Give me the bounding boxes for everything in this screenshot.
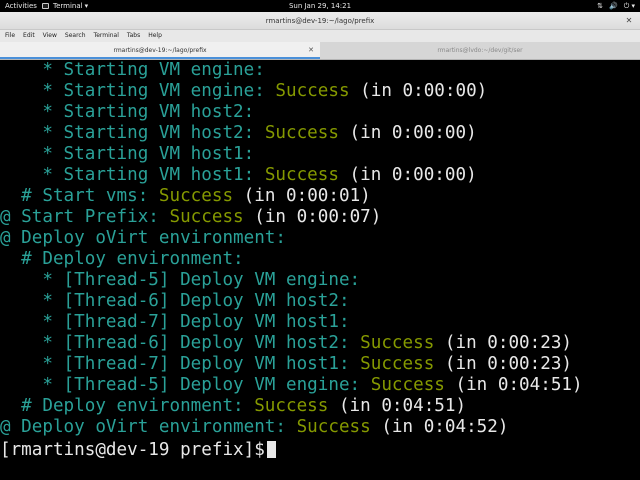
gnome-top-bar: Activities Terminal ▾ Sun Jan 29, 14:21 … (0, 0, 640, 12)
terminal-line: @ Deploy oVirt environment: (0, 228, 286, 248)
menu-search[interactable]: Search (65, 30, 86, 42)
shell-prompt[interactable]: [rmartins@dev-19 prefix]$ (0, 440, 276, 461)
tab-label: rmartins@lvdo:~/dev/git/ser (437, 47, 523, 54)
terminal-line: * Starting VM host2: Success (in 0:00:00… (0, 123, 477, 143)
tab-label: rmartins@dev-19:~/lago/prefix (113, 47, 207, 54)
terminal-line: # Deploy environment: Success (in 0:04:5… (0, 396, 467, 416)
menu-edit[interactable]: Edit (23, 30, 35, 42)
terminal-line: * [Thread-5] Deploy VM engine: Success (… (0, 375, 583, 395)
clock[interactable]: Sun Jan 29, 14:21 (0, 0, 640, 12)
menu-terminal[interactable]: Terminal (94, 30, 119, 42)
menu-tabs[interactable]: Tabs (127, 30, 140, 42)
terminal-line: * Starting VM host1: Success (in 0:00:00… (0, 165, 477, 185)
terminal-line: * [Thread-5] Deploy VM engine: (0, 270, 361, 290)
tab-bar: rmartins@dev-19:~/lago/prefix ✕ rmartins… (0, 42, 640, 60)
terminal-line: * Starting VM host2: (0, 102, 255, 122)
terminal-line: * [Thread-6] Deploy VM host2: Success (i… (0, 333, 572, 353)
window-title: rmartins@dev-19:~/lago/prefix (265, 17, 375, 25)
text-cursor (266, 441, 276, 458)
tab-lago-prefix[interactable]: rmartins@dev-19:~/lago/prefix ✕ (0, 42, 320, 59)
window-titlebar[interactable]: rmartins@dev-19:~/lago/prefix ✕ (0, 12, 640, 30)
terminal-line: # Deploy environment: (0, 249, 244, 269)
terminal-line: * Starting VM engine: (0, 60, 265, 80)
tab-lvdo-ser[interactable]: rmartins@lvdo:~/dev/git/ser (320, 42, 640, 59)
network-icon[interactable]: ⇅ (597, 0, 603, 12)
terminal-output[interactable]: * Starting VM engine: * Starting VM engi… (0, 60, 640, 480)
terminal-line: @ Start Prefix: Success (in 0:00:07) (0, 207, 382, 227)
menu-file[interactable]: File (5, 30, 15, 42)
menubar: File Edit View Search Terminal Tabs Help (0, 30, 640, 42)
terminal-line: @ Deploy oVirt environment: Success (in … (0, 417, 509, 437)
terminal-line: * Starting VM host1: (0, 144, 255, 164)
volume-icon[interactable]: 🔊 (609, 0, 618, 12)
menu-view[interactable]: View (43, 30, 57, 42)
power-menu-icon[interactable]: ⏻ ▾ (624, 0, 635, 12)
terminal-line: * [Thread-7] Deploy VM host1: (0, 312, 350, 332)
terminal-line: # Start vms: Success (in 0:00:01) (0, 186, 371, 206)
terminal-line: * Starting VM engine: Success (in 0:00:0… (0, 81, 488, 101)
terminal-line: * [Thread-6] Deploy VM host2: (0, 291, 350, 311)
close-window-button[interactable]: ✕ (624, 16, 634, 26)
system-tray[interactable]: ⇅ 🔊 ⏻ ▾ (597, 0, 635, 12)
menu-help[interactable]: Help (148, 30, 162, 42)
terminal-line: * [Thread-7] Deploy VM host1: Success (i… (0, 354, 572, 374)
close-tab-icon[interactable]: ✕ (308, 42, 314, 59)
